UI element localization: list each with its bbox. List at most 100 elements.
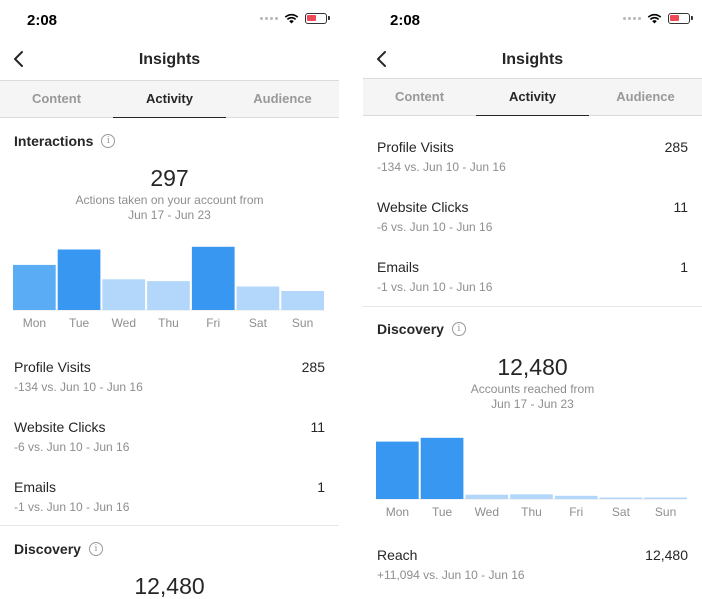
bar-mon[interactable] <box>376 441 419 499</box>
bar-sat[interactable] <box>236 286 280 311</box>
metric-value: 11 <box>310 419 325 435</box>
metric-value: 285 <box>664 139 688 155</box>
metric-name: Website Clicks <box>377 199 469 215</box>
day-label-wed: Wed <box>475 505 499 519</box>
emails-row[interactable]: Emails 1 -1 vs. Jun 10 - Jun 16 <box>377 259 688 303</box>
day-label-mon: Mon <box>23 316 46 330</box>
metric-value: 11 <box>673 199 688 215</box>
day-label-tue: Tue <box>432 505 453 519</box>
status-icons <box>260 13 330 24</box>
discovery-title: Discovery <box>377 321 444 337</box>
bar-wed[interactable] <box>102 279 146 310</box>
website-clicks-row[interactable]: Website Clicks 11 -6 vs. Jun 10 - Jun 16 <box>14 419 325 463</box>
bar-wed[interactable] <box>465 494 509 499</box>
battery-icon <box>668 13 693 24</box>
page-title: Insights <box>501 51 564 68</box>
info-icon[interactable]: i <box>451 322 466 336</box>
tab-audience[interactable]: Audience <box>589 79 702 115</box>
discovery-chart-svg: Mon Tue Wed Thu Fri Sat Sun <box>376 437 687 519</box>
section-divider <box>363 306 702 307</box>
discovery-title: Discovery <box>14 541 81 557</box>
discovery-total: 12,480 <box>497 354 568 380</box>
status-bar: 2:08 <box>0 0 339 40</box>
metric-name: Profile Visits <box>14 359 91 375</box>
profile-visits-row[interactable]: Profile Visits 285 -134 vs. Jun 10 - Jun… <box>14 359 325 403</box>
status-time: 2:08 <box>27 12 58 29</box>
metric-value: 1 <box>680 259 688 275</box>
bar-mon[interactable] <box>13 264 56 310</box>
status-icons <box>623 13 693 24</box>
day-label-thu: Thu <box>521 505 542 519</box>
day-label-sat: Sat <box>612 505 631 519</box>
metric-compare: -1 vs. Jun 10 - Jun 16 <box>377 280 493 294</box>
day-label-fri: Fri <box>569 505 583 519</box>
tab-audience[interactable]: Audience <box>226 81 339 117</box>
discovery-header: Discovery i <box>14 541 103 557</box>
metric-value: 1 <box>317 479 325 495</box>
signal-icon <box>260 17 278 20</box>
metric-value: 12,480 <box>645 547 688 563</box>
bar-sun[interactable] <box>281 291 324 310</box>
interactions-chart-svg: Mon Tue Wed Thu Fri Sat Sun <box>13 246 324 330</box>
bar-sun[interactable] <box>644 497 687 500</box>
discovery-header: Discovery i <box>377 321 466 337</box>
day-label-tue: Tue <box>69 316 90 330</box>
day-label-sun: Sun <box>292 316 313 330</box>
metric-name: Profile Visits <box>377 139 454 155</box>
wifi-icon <box>647 13 662 24</box>
metric-name: Website Clicks <box>14 419 106 435</box>
status-bar: 2:08 <box>363 0 702 40</box>
info-icon[interactable]: i <box>88 542 103 556</box>
tab-bar: Content Activity Audience <box>0 80 339 118</box>
tab-content[interactable]: Content <box>0 81 113 117</box>
day-label-sun: Sun <box>655 505 676 519</box>
day-label-sat: Sat <box>249 316 268 330</box>
bar-tue[interactable] <box>57 249 101 311</box>
nav-bar: Insights <box>0 42 339 78</box>
website-clicks-row[interactable]: Website Clicks 11 -6 vs. Jun 10 - Jun 16 <box>377 199 688 243</box>
tab-activity[interactable]: Activity <box>476 79 589 116</box>
metric-compare: -1 vs. Jun 10 - Jun 16 <box>14 500 130 514</box>
discovery-caption-line2: Jun 17 - Jun 23 <box>491 397 574 411</box>
section-divider <box>0 525 339 526</box>
discovery-total: 12,480 <box>134 573 205 599</box>
reach-row[interactable]: Reach 12,480 +11,094 vs. Jun 10 - Jun 16 <box>377 547 688 591</box>
tab-activity[interactable]: Activity <box>113 81 226 118</box>
metric-compare: -134 vs. Jun 10 - Jun 16 <box>377 160 506 174</box>
bar-fri[interactable] <box>554 495 598 500</box>
interactions-caption-line1: Actions taken on your account from <box>75 193 264 207</box>
interactions-caption-line2: Jun 17 - Jun 23 <box>128 208 211 222</box>
metric-compare: -134 vs. Jun 10 - Jun 16 <box>14 380 143 394</box>
day-label-fri: Fri <box>206 316 220 330</box>
bar-thu[interactable] <box>147 281 190 310</box>
nav-bar: Insights <box>363 42 702 78</box>
battery-icon <box>305 13 330 24</box>
metric-value: 285 <box>301 359 325 375</box>
day-label-mon: Mon <box>386 505 409 519</box>
day-label-wed: Wed <box>112 316 136 330</box>
emails-row[interactable]: Emails 1 -1 vs. Jun 10 - Jun 16 <box>14 479 325 523</box>
day-label-thu: Thu <box>158 316 179 330</box>
interactions-title: Interactions <box>14 133 94 149</box>
right-screen: 2:08 Insights Content Activity Audience … <box>363 0 702 599</box>
bar-thu[interactable] <box>510 494 553 499</box>
discovery-chart: Mon Tue Wed Thu Fri Sat Sun <box>376 434 687 524</box>
wifi-icon <box>284 13 299 24</box>
status-time: 2:08 <box>390 12 421 29</box>
info-icon[interactable]: i <box>101 134 116 148</box>
metric-name: Emails <box>377 259 420 275</box>
metric-compare: -6 vs. Jun 10 - Jun 16 <box>14 440 130 454</box>
metric-name: Reach <box>377 547 418 563</box>
left-screen: 2:08 Insights Content Activity Audience … <box>0 0 339 599</box>
interactions-chart: Mon Tue Wed Thu Fri Sat Sun <box>13 245 324 335</box>
bar-tue[interactable] <box>420 437 464 499</box>
interactions-header: Interactions i <box>14 133 116 149</box>
metric-compare: +11,094 vs. Jun 10 - Jun 16 <box>377 568 525 582</box>
metric-compare: -6 vs. Jun 10 - Jun 16 <box>377 220 493 234</box>
page-title: Insights <box>138 51 201 68</box>
bar-fri[interactable] <box>191 246 235 310</box>
profile-visits-row[interactable]: Profile Visits 285 -134 vs. Jun 10 - Jun… <box>377 139 688 183</box>
discovery-caption-line1: Accounts reached from <box>470 382 595 396</box>
bar-sat[interactable] <box>599 497 643 500</box>
tab-content[interactable]: Content <box>363 79 476 115</box>
